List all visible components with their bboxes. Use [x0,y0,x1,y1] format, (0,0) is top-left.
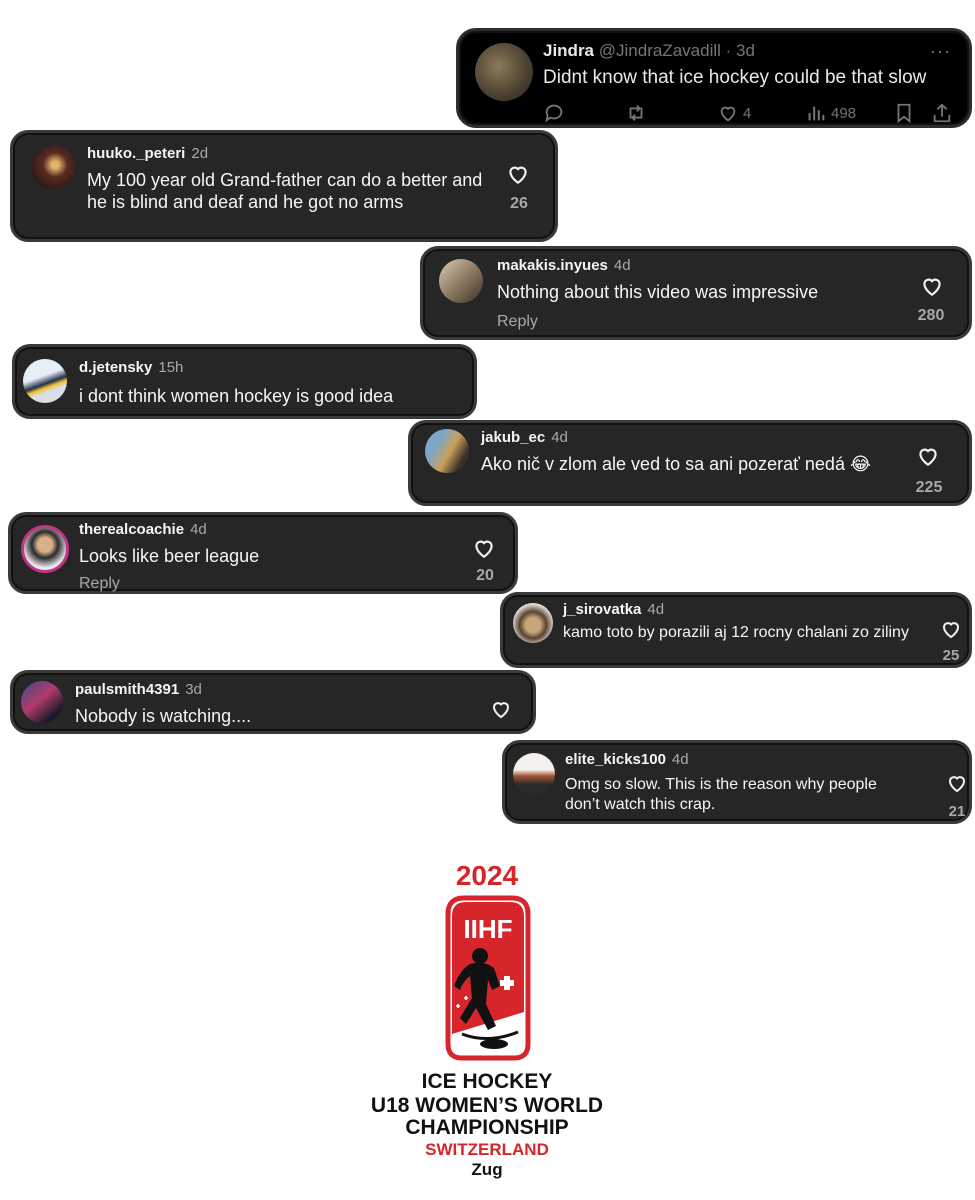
comment-text: Nobody is watching.... [75,706,252,726]
comment-card[interactable]: therealcoachie 4d Looks like beer league … [8,512,518,594]
reply-icon [545,104,563,123]
comment-age: 3d [185,681,202,698]
post-age: 3d [736,41,755,60]
comment-age: 15h [158,359,184,376]
share-button[interactable] [931,101,957,125]
post-sep: · [720,41,737,60]
username-text: therealcoachie [79,521,185,538]
username-text: elite_kicks100 [565,751,666,768]
like-count: 20 [476,567,494,584]
bar-chart-icon [808,106,825,121]
comment-text: kamo toto by porazili aj 12 rocny chalan… [563,624,909,641]
logo-country: SWITZERLAND [425,1140,549,1159]
reply-link[interactable]: Reply [79,575,120,593]
post-text: Didnt know that ice hockey could be that… [543,67,927,88]
comment-username[interactable]: jakub_ec 4d [481,429,568,446]
comment-card[interactable]: jakub_ec 4d Ako nič v zlom ale ved to sa … [408,420,972,506]
username-text: jakub_ec [481,429,546,446]
comment-age: 4d [613,257,631,274]
logo-line-3: CHAMPIONSHIP [405,1116,569,1139]
repost-icon [629,105,643,121]
avatar[interactable] [23,359,67,403]
comment-age: 2d [191,145,209,162]
comment-card[interactable]: d.jetensky 15h i dont think women hockey … [12,344,477,419]
comment-age: 4d [551,429,568,446]
reply-button[interactable] [543,101,569,125]
heart-icon[interactable] [471,535,497,561]
like-count: 280 [917,307,945,324]
comment-username[interactable]: paulsmith4391 3d [75,681,202,698]
comment-username[interactable]: makakis.inyues 4d [497,257,631,274]
username-text: makakis.inyues [497,257,608,274]
comment-card[interactable]: elite_kicks100 4d Omg so slow. This is th… [502,740,972,824]
avatar[interactable] [439,259,483,303]
comment-age: 4d [671,751,689,768]
username-text: huuko._peteri [87,145,186,162]
comment-text: My 100 year old Grand-father can do a be… [87,170,483,212]
author-handle: @JindraZavadill [598,41,721,60]
comment-username[interactable]: elite_kicks100 4d [565,751,689,768]
heart-icon[interactable] [919,273,945,299]
iihf-emblem: IIHF [445,895,531,1061]
comment-text: i dont think women hockey is good idea [79,386,394,406]
share-icon [933,103,951,123]
like-count: 225 [915,479,943,496]
comment-username[interactable]: j_sirovatka 4d [563,601,664,618]
heart-icon [720,106,736,122]
heart-icon[interactable] [915,443,941,469]
comment-age: 4d [190,521,207,538]
username-text: paulsmith4391 [75,681,180,698]
comment-card[interactable]: paulsmith4391 3d Nobody is watching.... [10,670,536,734]
author-name: Jindra [543,41,595,60]
bookmark-icon [897,103,911,124]
post-author[interactable]: Jindra @JindraZavadill · 3d [543,41,755,61]
like-button[interactable]: 4 [717,101,751,125]
comment-username[interactable]: huuko._peteri 2d [87,145,208,162]
comment-card[interactable]: j_sirovatka 4d kamo toto by porazili aj 1… [500,592,972,668]
username-text: j_sirovatka [563,601,642,618]
avatar[interactable] [513,603,553,643]
logo-city: Zug [471,1160,503,1179]
comment-card[interactable]: huuko._peteri 2d My 100 year old Grand-fa… [10,130,558,242]
x-post-card[interactable]: Jindra @JindraZavadill · 3d ··· Didnt kn… [456,28,972,128]
like-count: 26 [510,195,528,212]
comment-age: 4d [647,601,665,618]
heart-icon[interactable] [505,161,531,187]
heart-icon[interactable] [489,697,513,721]
like-count: 25 [942,647,960,664]
iihf-championship-logo: 2024 IIHF ICE HOCKEY U18 WOMEN’S WORLD C… [356,856,618,1186]
like-count: 21 [948,803,966,820]
view-count: 498 [831,104,857,122]
avatar[interactable] [31,145,75,189]
bookmark-button[interactable] [893,101,919,125]
avatar[interactable] [425,429,469,473]
comment-text: Nothing about this video was impressive [497,282,819,302]
avatar[interactable] [21,681,63,723]
logo-org: IIHF [463,914,512,944]
heart-icon[interactable] [945,771,969,795]
heart-icon[interactable] [939,617,963,641]
username-text: d.jetensky [79,359,153,376]
views-button[interactable]: 498 [805,101,856,125]
logo-year: 2024 [455,860,519,891]
avatar[interactable] [21,525,69,573]
logo-line-2: U18 WOMEN’S WORLD [370,1094,604,1117]
comment-text: Omg so slow. This is the reason why peop… [565,776,877,813]
repost-button[interactable] [625,101,651,125]
comment-username[interactable]: therealcoachie 4d [79,521,207,538]
avatar[interactable] [513,753,555,795]
avatar[interactable] [475,43,533,101]
comment-text: Looks like beer league [79,546,260,566]
like-count: 4 [743,104,752,122]
more-options-icon[interactable]: ··· [930,41,951,62]
comment-text: Ako nič v zlom ale ved to sa ani pozerať… [481,454,871,474]
reply-link[interactable]: Reply [497,313,538,331]
comment-card[interactable]: makakis.inyues 4d Nothing about this vide… [420,246,972,340]
logo-line-1: ICE HOCKEY [421,1070,553,1093]
comment-username[interactable]: d.jetensky 15h [79,359,183,376]
